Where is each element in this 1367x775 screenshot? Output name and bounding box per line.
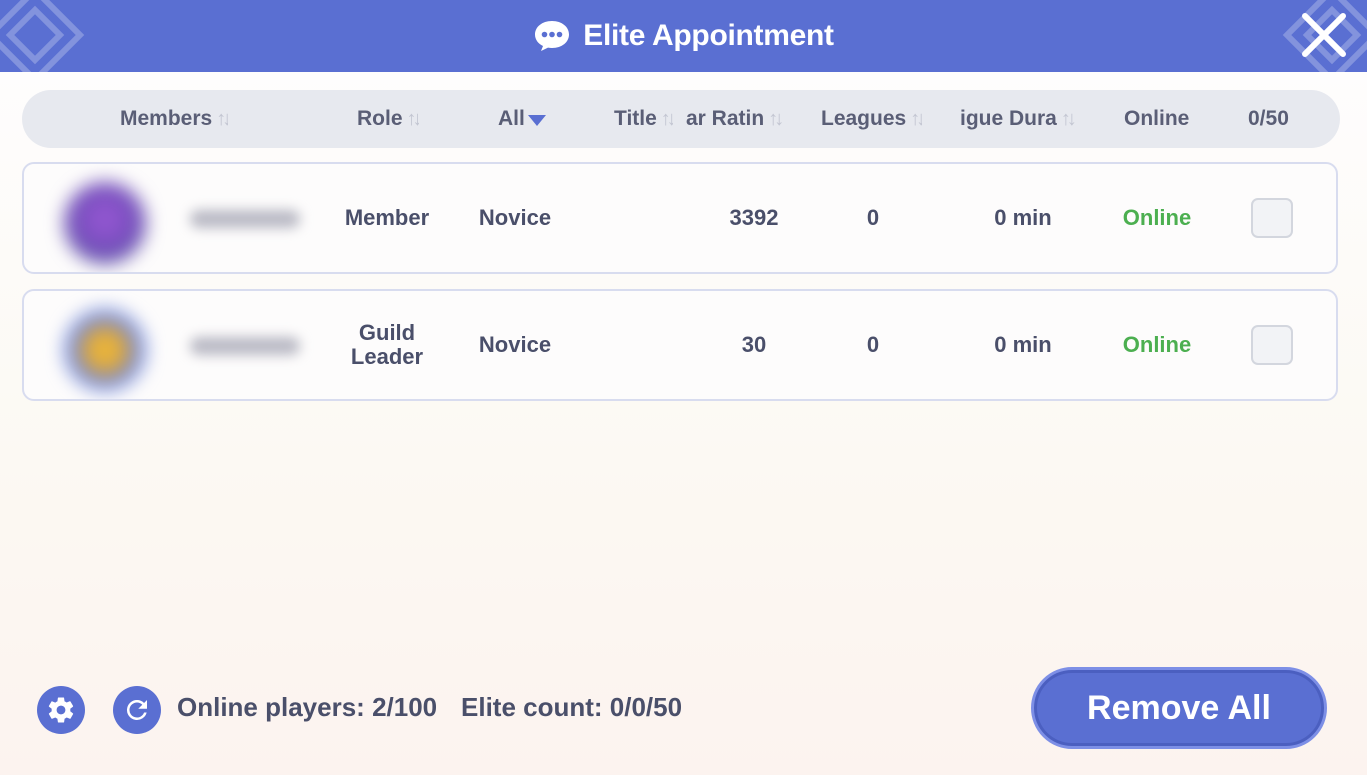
member-leagues: 0: [866, 332, 880, 357]
sort-arrows-icon: ↑↓: [406, 107, 419, 130]
member-duration: 0 min: [994, 205, 1052, 230]
column-label-duration: igue Dura: [960, 107, 1057, 130]
sort-arrows-icon: ↑↓: [768, 107, 784, 130]
member-identity-blurred: [42, 291, 328, 399]
gear-icon: [48, 697, 74, 723]
chat-bubble-icon: [533, 19, 571, 53]
settings-button[interactable]: [37, 686, 85, 734]
table-row[interactable]: Member Novice 3392 0 0 min Online: [22, 162, 1338, 274]
member-name-redacted: [190, 210, 300, 228]
select-checkbox[interactable]: [1251, 325, 1293, 365]
column-label-leagues: Leagues: [821, 107, 907, 130]
checkbox-cell: [1231, 291, 1313, 399]
sort-arrows-icon: ↑↓: [1060, 107, 1077, 130]
selected-count-label: 0/50: [1248, 107, 1289, 130]
sort-arrows-icon: ↑↓: [660, 107, 673, 130]
member-name-redacted: [190, 337, 300, 355]
online-status: Online: [1122, 332, 1192, 357]
header-pattern-left: [0, 0, 85, 72]
column-header-online: Online: [1124, 90, 1189, 148]
online-status: Online: [1122, 205, 1192, 230]
sort-arrows-icon: ↑↓: [910, 107, 923, 130]
member-role: Guild Leader: [324, 291, 450, 399]
column-label-title: Title: [614, 107, 657, 130]
dialog-title: Elite Appointment: [583, 19, 834, 52]
sort-arrows-icon: ↑↓: [216, 107, 229, 130]
member-duration: 0 min: [994, 332, 1052, 357]
column-label-online: Online: [1124, 107, 1190, 130]
role-line: Guild: [358, 320, 416, 345]
filter-label: All: [498, 107, 525, 130]
column-header-role[interactable]: Role ↑↓: [357, 90, 419, 148]
refresh-button[interactable]: [113, 686, 161, 734]
avatar[interactable]: [64, 309, 146, 391]
role-filter-dropdown[interactable]: All: [498, 90, 546, 148]
dialog-header: Elite Appointment: [0, 0, 1367, 72]
member-identity-blurred: [42, 164, 328, 272]
member-role: Member: [344, 205, 430, 230]
remove-all-button[interactable]: Remove All: [1031, 667, 1327, 749]
selected-count: 0/50: [1248, 90, 1289, 148]
caret-down-icon: [527, 114, 546, 126]
role-line: Leader: [350, 344, 424, 369]
select-checkbox[interactable]: [1251, 198, 1293, 238]
member-rating: 3392: [729, 205, 779, 230]
column-header-duration[interactable]: igue Dura ↑↓: [960, 90, 1090, 148]
column-label-members: Members: [120, 107, 213, 130]
member-title: Novice: [478, 332, 552, 357]
column-header-leagues[interactable]: Leagues ↑↓: [821, 90, 922, 148]
elite-count: Elite count: 0/0/50: [461, 692, 683, 722]
column-header-members[interactable]: Members ↑↓: [120, 90, 228, 148]
member-rating: 30: [741, 332, 767, 357]
refresh-icon: [126, 700, 147, 720]
checkbox-cell: [1231, 164, 1313, 272]
member-title: Novice: [478, 205, 552, 230]
column-header-title[interactable]: Title ↑↓: [614, 90, 673, 148]
close-button[interactable]: [1299, 10, 1349, 60]
online-players-count: Online players: 2/100: [177, 692, 438, 722]
table-row[interactable]: Guild Leader Novice 30 0 0 min Online: [22, 289, 1338, 401]
avatar[interactable]: [64, 182, 146, 264]
close-icon: [1302, 13, 1346, 57]
column-header-rating[interactable]: ar Ratin ↑↓: [686, 90, 796, 148]
table-header: Members ↑↓ Role ↑↓ All Title ↑↓ ar Ratin…: [22, 90, 1340, 148]
column-label-rating: ar Ratin: [686, 107, 765, 130]
column-label-role: Role: [357, 107, 403, 130]
member-leagues: 0: [866, 205, 880, 230]
dialog-title-group: Elite Appointment: [533, 19, 834, 53]
